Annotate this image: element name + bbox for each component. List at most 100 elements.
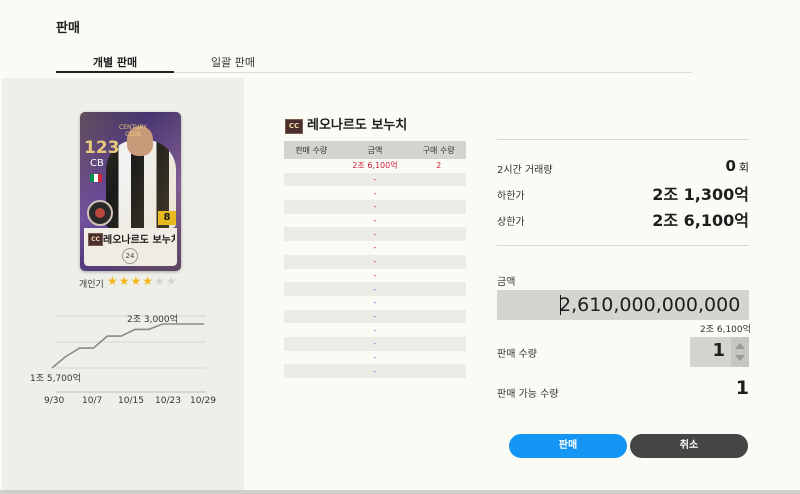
item-name: 레오나르도 보누치 xyxy=(307,118,408,133)
price-stats: 2시간 거래량 0회 하한가 2조 1,300억 상한가 2조 6,100억 xyxy=(497,152,749,242)
decrement-arrow-icon[interactable] xyxy=(735,355,745,361)
table-cell: - xyxy=(373,188,377,198)
cancel-button[interactable]: 취소 xyxy=(630,434,748,458)
bottom-strip xyxy=(0,490,800,494)
star-icon: ★ xyxy=(142,274,155,288)
tab-bar: 개별 판매 일괄 판매 xyxy=(56,52,692,73)
table-row: - xyxy=(284,336,466,351)
table-cell xyxy=(284,214,339,228)
quantity-value: 1 xyxy=(712,340,725,361)
chart-date-label: 10/29 xyxy=(190,396,216,406)
player-card: CENTURY CLUB 123 CB 8 CC 레오나르도 보누치 24 xyxy=(80,112,181,271)
min-price-label: 하한가 xyxy=(497,191,525,202)
table-cell xyxy=(411,269,466,283)
popularity-stars: ★★★★★★ xyxy=(107,274,178,288)
column-header: 구매 수량 xyxy=(411,141,466,159)
table-cell xyxy=(284,282,339,296)
min-price-value: 2조 1,300억 xyxy=(652,185,749,204)
table-cell: - xyxy=(373,243,377,253)
chart-high-label: 2조 3,000억 xyxy=(127,313,178,325)
table-row: - xyxy=(284,172,466,187)
item-title: CC 레오나르도 보누치 xyxy=(285,114,407,134)
position-label: CB xyxy=(90,158,104,169)
sell-button[interactable]: 판매 xyxy=(509,434,627,458)
table-cell: - xyxy=(373,325,377,335)
increment-arrow-icon[interactable] xyxy=(735,343,745,349)
table-row: - xyxy=(284,309,466,324)
table-cell: - xyxy=(338,364,412,378)
quantity-stepper[interactable]: 1 xyxy=(690,337,749,367)
table-row: 2조 6,100억 2 xyxy=(284,159,466,173)
table-cell xyxy=(284,159,339,173)
season-badge-icon: CC xyxy=(88,233,103,246)
table-cell xyxy=(284,364,339,378)
table-cell xyxy=(284,241,339,255)
page-title: 판매 xyxy=(56,21,80,36)
italy-flag-icon xyxy=(90,174,102,182)
chart-date-label: 10/15 xyxy=(118,396,144,406)
enhance-level-badge: 8 xyxy=(158,211,176,225)
quantity-label: 판매 수량 xyxy=(497,349,537,360)
chart-date-label: 9/30 xyxy=(44,396,64,406)
tab-individual-sale[interactable]: 개별 판매 xyxy=(56,54,174,73)
table-cell xyxy=(284,323,339,337)
table-row: - xyxy=(284,227,466,242)
column-header: 판매 수량 xyxy=(284,141,339,159)
table-cell: - xyxy=(373,270,377,280)
table-row: - xyxy=(284,214,466,228)
table-cell xyxy=(411,336,466,351)
table-cell xyxy=(284,309,339,324)
max-price-label: 상한가 xyxy=(497,217,525,228)
table-cell: - xyxy=(338,200,412,214)
table-cell xyxy=(284,336,339,351)
table-cell xyxy=(284,378,339,392)
card-name-plate: CC 레오나르도 보누치 24 xyxy=(84,228,177,266)
table-row: - xyxy=(284,351,466,365)
max-price-value: 2조 6,100억 xyxy=(652,211,749,230)
tab-bulk-sale[interactable]: 일괄 판매 xyxy=(174,54,292,70)
table-row xyxy=(284,378,466,392)
table-cell xyxy=(411,214,466,228)
star-icon: ★ xyxy=(165,274,178,288)
table-row: - xyxy=(284,269,466,283)
table-cell xyxy=(411,309,466,324)
table-cell xyxy=(284,172,339,187)
table-row: - xyxy=(284,186,466,200)
table-row: - xyxy=(284,296,466,310)
table-cell: - xyxy=(338,282,412,296)
price-line xyxy=(51,323,204,369)
card-player-name: 레오나르도 보누치 xyxy=(103,235,175,246)
table-cell xyxy=(411,241,466,255)
table-cell xyxy=(411,254,466,269)
table-cell xyxy=(411,282,466,296)
amount-field[interactable] xyxy=(497,290,749,320)
table-cell: - xyxy=(338,227,412,242)
club-crest-icon xyxy=(87,200,113,226)
star-icon: ★ xyxy=(118,274,131,288)
table-cell: 2 xyxy=(436,161,442,171)
volume-label: 2시간 거래량 xyxy=(497,165,553,176)
divider xyxy=(497,139,749,140)
available-quantity-label: 판매 가능 수량 xyxy=(497,389,559,400)
available-quantity-value: 1 xyxy=(735,377,749,399)
table-cell: - xyxy=(338,309,412,324)
table-cell xyxy=(411,378,466,392)
table-cell xyxy=(411,227,466,242)
table-cell xyxy=(411,364,466,378)
star-icon: ★ xyxy=(154,274,166,288)
table-cell xyxy=(284,269,339,283)
table-cell xyxy=(411,172,466,187)
amount-label: 금액 xyxy=(497,277,516,288)
popularity-label: 개인기 xyxy=(79,280,104,290)
table-cell: - xyxy=(338,254,412,269)
star-icon: ★ xyxy=(107,274,119,288)
table-row: - xyxy=(284,200,466,214)
club-text: CENTURY CLUB xyxy=(119,124,147,138)
text-caret xyxy=(560,295,561,315)
amount-input[interactable] xyxy=(559,290,749,320)
table-cell: - xyxy=(373,298,377,308)
table-cell xyxy=(411,200,466,214)
table-cell xyxy=(411,296,466,310)
table-cell xyxy=(284,254,339,269)
table-row: - xyxy=(284,254,466,269)
